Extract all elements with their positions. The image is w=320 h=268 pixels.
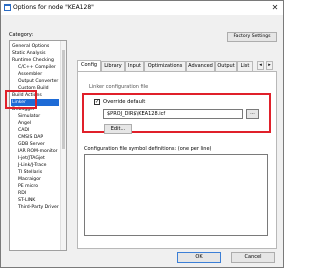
tab-scroll-left-icon[interactable]: ◂ (257, 61, 264, 70)
tab-input[interactable]: Input (125, 61, 144, 71)
tab-output[interactable]: Output (215, 61, 237, 71)
tab-config[interactable]: Config (77, 60, 101, 71)
category-item-jlink-jtrace[interactable]: J-Link/J-Trace (18, 162, 46, 169)
category-item-static-analysis[interactable]: Static Analysis (12, 50, 46, 57)
tab-list[interactable]: List (237, 61, 253, 71)
ok-button[interactable]: OK (177, 252, 221, 263)
category-item-st-link[interactable]: ST-LINK (18, 197, 35, 204)
close-button[interactable]: ✕ (270, 3, 280, 13)
config-file-path-input[interactable]: $PROJ_DIR$\KEA128.icf (103, 109, 243, 119)
linker-config-group-label: Linker configuration file (89, 84, 149, 90)
ide-window-icon (4, 4, 11, 11)
category-item-runtime-checking[interactable]: Runtime Checking (12, 57, 54, 64)
category-item-ijet-jtagjet[interactable]: I-jet/JTAGjet (18, 155, 45, 162)
category-item-third-party-driver[interactable]: Third-Party Driver (18, 204, 59, 211)
highlight-box-linker (5, 90, 37, 109)
factory-settings-button[interactable]: Factory Settings (227, 32, 277, 42)
symbol-definitions-textarea[interactable] (84, 154, 268, 236)
category-item-output-converter[interactable]: Output Converter (18, 78, 58, 85)
tab-scroll-right-icon[interactable]: ▸ (266, 61, 273, 70)
tab-advanced[interactable]: Advanced (186, 61, 215, 71)
category-item-rdi[interactable]: RDI (18, 190, 26, 197)
window-title: Options for node "KEA128" (13, 4, 94, 11)
category-scrollbar-thumb[interactable] (62, 50, 65, 149)
tab-optimizations[interactable]: Optimizations (144, 61, 186, 71)
cancel-button[interactable]: Cancel (231, 252, 275, 263)
category-item-pe-micro[interactable]: PE micro (18, 183, 38, 190)
category-item-ti-stellaris[interactable]: TI Stellaris (18, 169, 42, 176)
options-dialog: Options for node "KEA128" ✕ Category: Ge… (0, 0, 284, 268)
symbol-definitions-label: Configuration file symbol definitions: (… (84, 146, 212, 152)
category-item-cmsis-dap[interactable]: CMSIS DAP (18, 134, 43, 141)
override-default-label[interactable]: Override default (103, 99, 145, 105)
category-scrollbar[interactable] (60, 41, 66, 250)
category-item-cadi[interactable]: CADI (18, 127, 29, 134)
tab-bar: Config Library Input Optimizations Advan… (77, 60, 277, 71)
category-item-angel[interactable]: Angel (18, 120, 31, 127)
browse-button[interactable]: ... (246, 109, 259, 119)
category-item-simulator[interactable]: Simulator (18, 113, 40, 120)
category-item-general-options[interactable]: General Options (12, 43, 49, 50)
title-bar: Options for node "KEA128" ✕ (1, 1, 283, 15)
category-list[interactable]: General Options Static Analysis Runtime … (9, 40, 67, 251)
config-panel: Linker configuration file ✓ Override def… (77, 71, 277, 249)
category-item-iar-rom-monitor[interactable]: IAR ROM-monitor (18, 148, 58, 155)
category-item-macraigor[interactable]: Macraigor (18, 176, 41, 183)
edit-button[interactable]: Edit... (104, 124, 132, 134)
override-default-checkbox[interactable]: ✓ (94, 99, 100, 105)
tab-library[interactable]: Library (101, 61, 125, 71)
category-item-c-compiler[interactable]: C/C++ Compiler (18, 64, 56, 71)
category-item-assembler[interactable]: Assembler (18, 71, 42, 78)
category-item-gdb-server[interactable]: GDB Server (18, 141, 45, 148)
category-label: Category: (9, 32, 34, 38)
